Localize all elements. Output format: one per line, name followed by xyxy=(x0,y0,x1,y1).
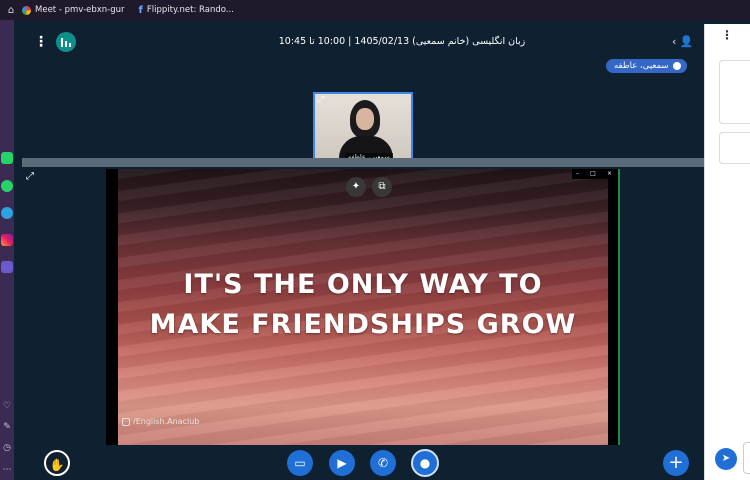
raise-hand-button[interactable]: ✋ xyxy=(44,450,70,476)
screenshare-area: ✦ ⧉ IT'S THE ONLY WAY TO MAKE FRIENDSHIP… xyxy=(106,169,620,445)
microphone-icon xyxy=(672,62,681,70)
desktop-icon: ▭ xyxy=(294,456,306,470)
connection-stats-button[interactable] xyxy=(56,32,76,52)
browser-sidebar: ♡ ✎ ◷ ⋯ xyxy=(0,20,14,480)
home-icon[interactable]: ⌂ xyxy=(0,5,22,16)
paper-plane-icon: ➤ xyxy=(721,453,731,464)
bookmark-label: Flippity.net: Rando... xyxy=(146,5,234,15)
bookmark-label: Meet - pmv-ebxn-gur xyxy=(35,5,125,15)
more-options-icon[interactable]: ⋮ xyxy=(34,34,48,50)
meeting-app: ⋮ زبان انگلیسی (خانم سمعیی) 1405/02/13 |… xyxy=(22,24,704,480)
more-icon[interactable]: ⋯ xyxy=(1,464,13,476)
discord-icon[interactable] xyxy=(1,261,13,273)
action-bar: ✋ ▭ ▶ ✆ ● + xyxy=(22,449,704,480)
minimize-icon: – xyxy=(576,170,579,177)
telegram-icon[interactable] xyxy=(1,207,13,219)
watermark-logo-icon xyxy=(122,417,130,426)
bookmarks-bar: ⌂ Meet - pmv-ebxn-gur f Flippity.net: Ra… xyxy=(0,0,750,20)
bar-chart-icon xyxy=(61,38,71,47)
flippity-icon: f xyxy=(138,4,143,16)
webcam-tile[interactable]: ⤢ سمعیی، عاطفه xyxy=(313,92,413,165)
sparkle-icon[interactable]: ✦ xyxy=(346,177,366,197)
talking-indicator: سمعیی، عاطفه xyxy=(606,59,687,73)
microphone-icon: ● xyxy=(419,456,431,470)
sky-texture xyxy=(118,169,608,445)
video-caption-line2: MAKE FRIENDSHIPS GROW xyxy=(149,309,577,340)
share-screen-button[interactable]: ▭ xyxy=(287,450,313,476)
plus-icon: + xyxy=(668,452,684,473)
camera-button[interactable]: ▶ xyxy=(329,450,355,476)
users-list-icon[interactable]: ‹ 👤 xyxy=(672,35,694,48)
webcam-person-face xyxy=(356,108,374,130)
google-meet-icon xyxy=(22,5,31,15)
video-camera-icon: ▶ xyxy=(337,456,347,470)
chat-options-icon[interactable]: ⋮ xyxy=(721,28,733,42)
heart-icon[interactable]: ♡ xyxy=(1,400,13,412)
close-icon: × xyxy=(606,170,612,177)
screenshare-fullscreen-icon[interactable]: ⤢ xyxy=(26,171,34,182)
instagram-icon[interactable] xyxy=(1,234,13,246)
video-caption-line1: IT'S THE ONLY WAY TO xyxy=(183,269,543,300)
picture-in-picture-icon[interactable]: ⧉ xyxy=(372,177,392,197)
shared-window-controls: – □ × xyxy=(572,169,616,179)
talker-name: سمعیی، عاطفه xyxy=(614,61,669,71)
shared-video: ✦ ⧉ IT'S THE ONLY WAY TO MAKE FRIENDSHIP… xyxy=(118,169,608,445)
chat-input[interactable] xyxy=(743,442,750,474)
video-watermark: /English.Anaclub xyxy=(122,417,199,426)
clock-icon[interactable]: ◷ xyxy=(1,442,13,454)
chat-message xyxy=(719,132,750,164)
actions-button[interactable]: + xyxy=(663,450,689,476)
chat-panel: ⋮ ➤ xyxy=(704,24,750,480)
hand-icon: ✋ xyxy=(49,458,65,472)
layout-resize-handle[interactable] xyxy=(22,158,704,167)
microphone-button[interactable]: ● xyxy=(411,449,439,477)
watermark-text: /English.Anaclub xyxy=(133,417,200,426)
shared-window-edge xyxy=(618,169,620,445)
meeting-header: ⋮ زبان انگلیسی (خانم سمعیی) 1405/02/13 |… xyxy=(22,24,704,60)
fullscreen-icon[interactable]: ⤢ xyxy=(317,95,324,105)
phone-icon: ✆ xyxy=(377,456,389,470)
pen-icon[interactable]: ✎ xyxy=(1,421,13,433)
bookmark-meet[interactable]: Meet - pmv-ebxn-gur xyxy=(22,5,125,15)
whatsapp-icon[interactable] xyxy=(1,180,13,192)
leave-audio-button[interactable]: ✆ xyxy=(370,450,396,476)
send-button[interactable]: ➤ xyxy=(715,448,737,470)
chat-message xyxy=(719,60,750,124)
whatsapp-business-icon[interactable] xyxy=(1,152,13,164)
bookmark-flippity[interactable]: f Flippity.net: Rando... xyxy=(139,5,234,16)
maximize-icon: □ xyxy=(590,170,596,177)
meeting-title: زبان انگلیسی (خانم سمعیی) 1405/02/13 | 1… xyxy=(278,36,526,47)
